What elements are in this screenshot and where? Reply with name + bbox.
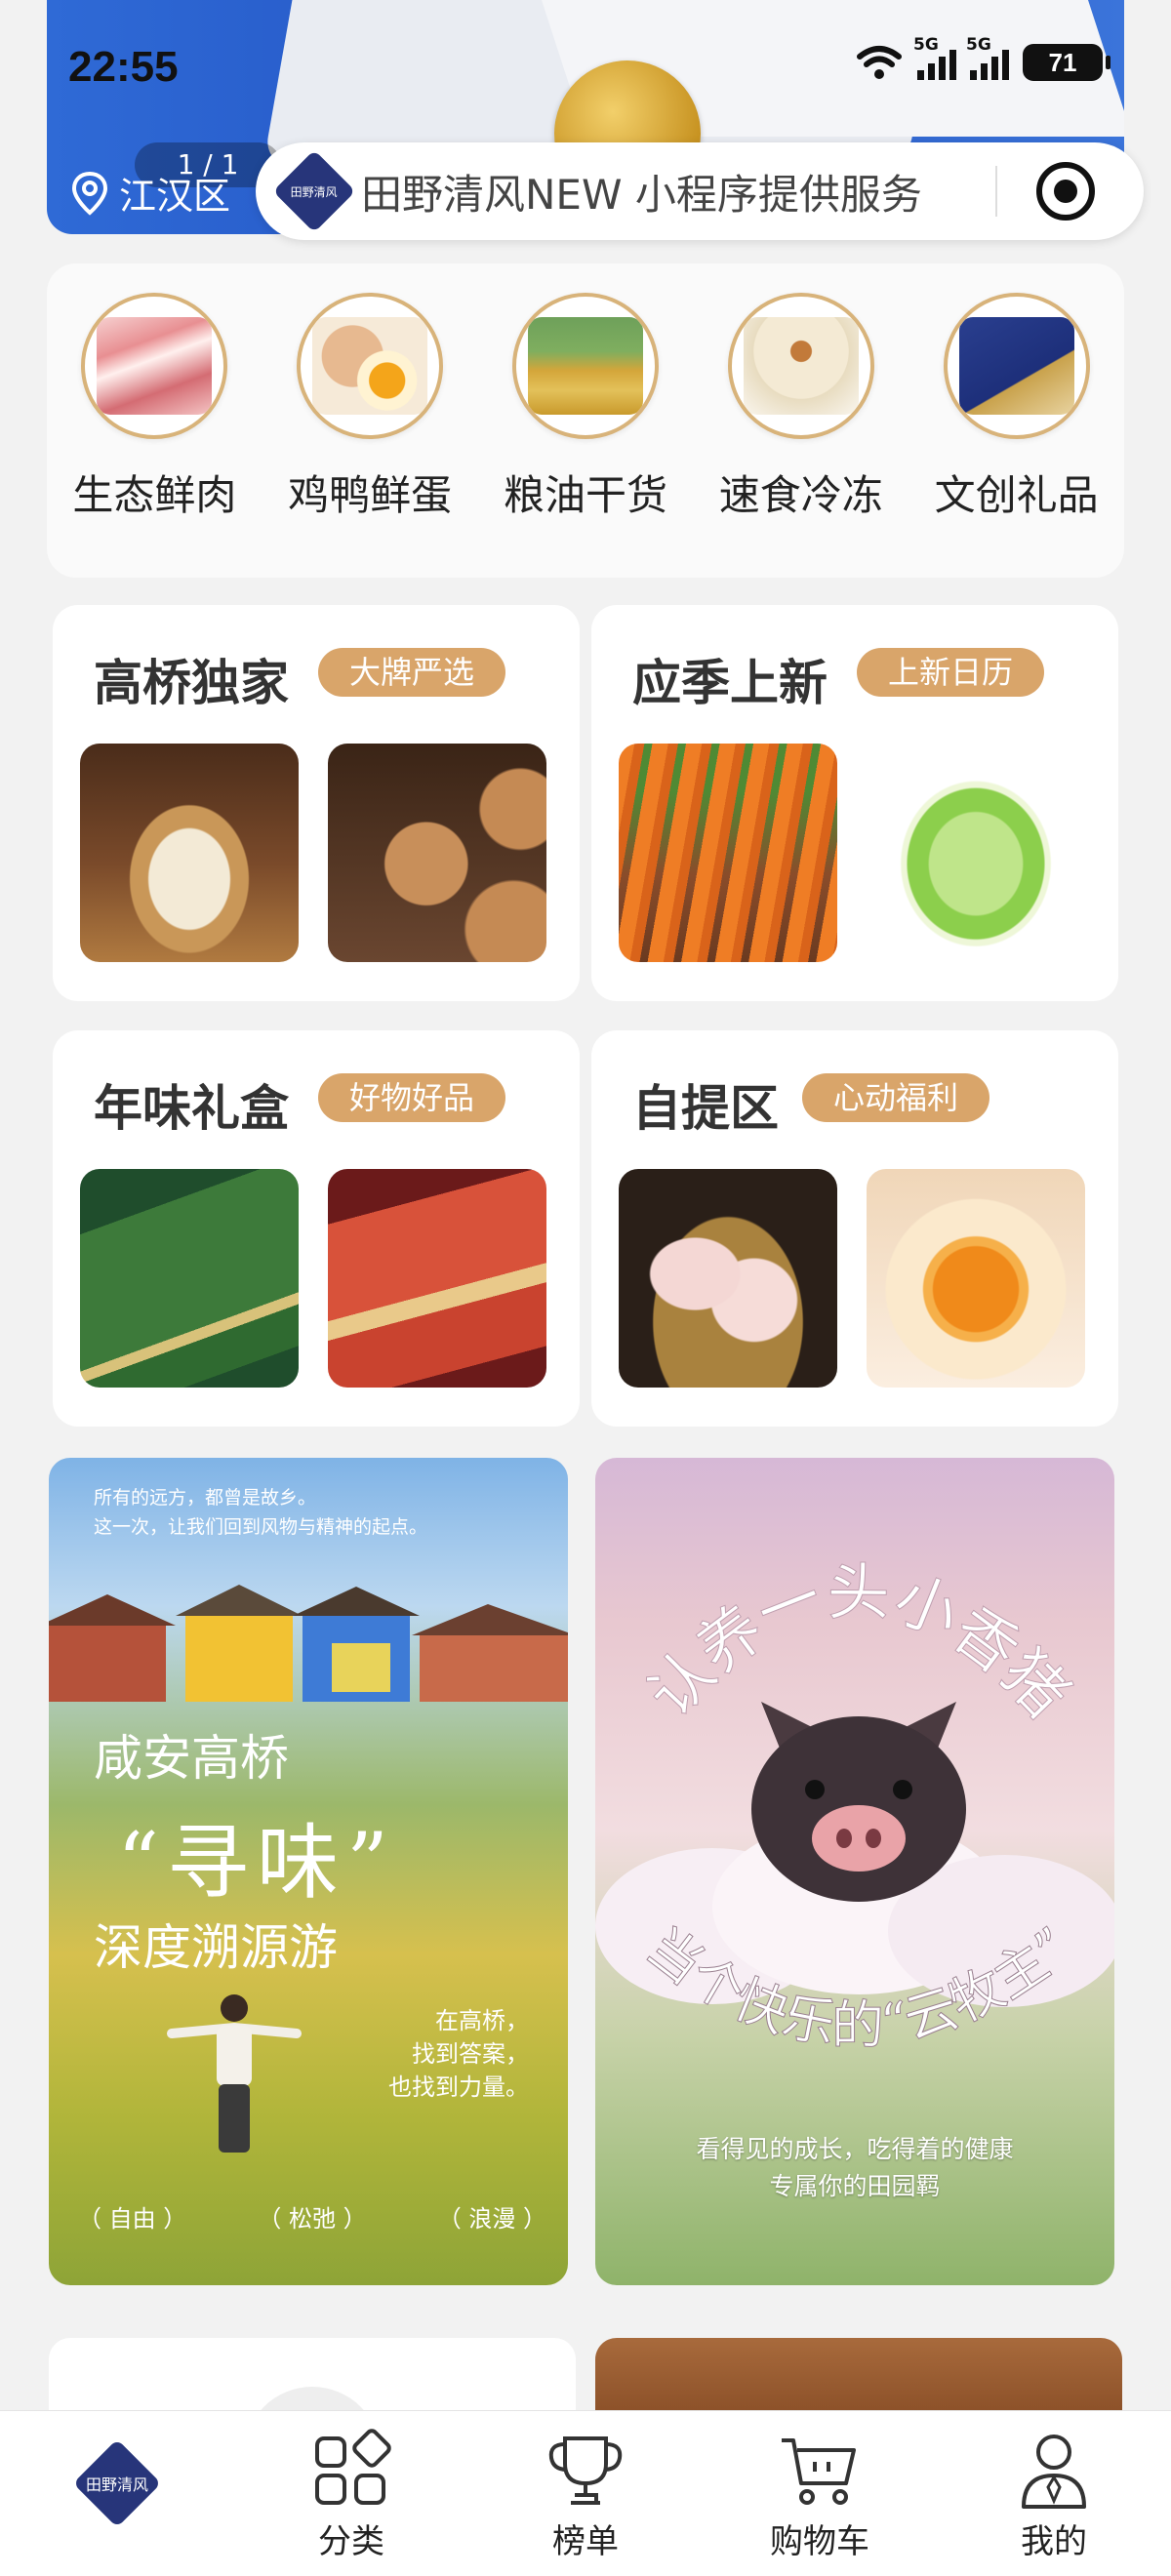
category-label: 鸡鸭鲜蛋 (288, 471, 453, 519)
village-houses-illustration (49, 1585, 568, 1702)
network-type-1: 5G (913, 35, 939, 55)
product-photo-pig-trotters[interactable] (619, 1169, 837, 1388)
card-title: 年味礼盒 (94, 1080, 289, 1137)
card-badge: 心动福利 (802, 1073, 990, 1122)
tab-label: 榜单 (552, 2522, 619, 2561)
poster-slogan: 看得见的成长，吃得着的健康 专属你的田园羁 (595, 2131, 1114, 2205)
product-photo-carrots[interactable] (619, 744, 837, 962)
card-title: 应季上新 (632, 655, 828, 711)
card-title: 自提区 (632, 1080, 779, 1137)
home-logo-text: 田野清风 (86, 2475, 149, 2494)
poster-subtext-line: 也找到力量。 (388, 2073, 529, 2101)
tab-ranking[interactable]: 榜单 (488, 2429, 683, 2562)
feature-card-new-year-gift[interactable]: 年味礼盒 好物好品 (53, 1030, 580, 1427)
tab-home[interactable]: 田野清风 (20, 2429, 215, 2528)
category-frozen-food[interactable]: 速食冷冻 (704, 293, 899, 522)
product-photo-egg-yolk[interactable] (867, 1169, 1085, 1388)
location-selector[interactable]: 江汉区 (70, 166, 230, 220)
bottom-tab-bar: 田野清风 分类 榜单 购物车 我的 (0, 2410, 1171, 2576)
poster-tags: （ 自由 ） （ 松弛 ） （ 浪漫 ） (78, 2199, 546, 2234)
poster-adopt-piglet[interactable]: 认养一头小香猪 当个快乐的“云牧主” 看得见的成长，吃得着的健康 专属你的田园羁 (595, 1458, 1114, 2285)
close-miniprogram-icon[interactable] (1036, 162, 1095, 221)
category-row: 生态鲜肉 鸡鸭鲜蛋 粮油干货 速食冷冻 文创礼品 (47, 263, 1124, 578)
category-label: 粮油干货 (503, 471, 667, 519)
pork-icon (81, 293, 228, 439)
signal-icon-1: 5G (913, 35, 956, 80)
svg-text:当个快乐的“云牧主”: 当个快乐的“云牧主” (635, 1916, 1081, 2056)
poster-tag: （ 松弛 ） (258, 2205, 367, 2233)
feature-card-seasonal-new[interactable]: 应季上新 上新日历 (591, 605, 1118, 1001)
signal-icon-2: 5G (966, 35, 1009, 80)
poster-gaoqiao-tour[interactable]: 所有的远方，都曾是故乡。 这一次，让我们回到风物与精神的起点。 咸安高桥 “寻味… (49, 1458, 568, 2285)
poster-subtext-line: 找到答案， (412, 2040, 529, 2068)
location-pin-icon (71, 171, 108, 216)
poster-intro-line: 所有的远方，都曾是故乡。 (94, 1487, 317, 1509)
product-photo-green-gift-box[interactable] (80, 1169, 299, 1388)
piglet-illustration (751, 1702, 966, 1902)
grain-oil-icon (511, 293, 659, 439)
category-icon (315, 2429, 391, 2505)
poster-title-line-1: 咸安高桥 (94, 1730, 289, 1787)
poster-title-line-2: “寻味” (117, 1815, 396, 1911)
next-card-left[interactable] (49, 2338, 576, 2416)
miniprogram-service-bar[interactable]: 田野清风 田野清风NEW 小程序提供服务 (256, 142, 1144, 240)
category-label: 文创礼品 (934, 471, 1099, 519)
profile-icon (1022, 2435, 1086, 2509)
poster-tag: （ 浪漫 ） (437, 2205, 546, 2233)
tab-label: 分类 (318, 2522, 384, 2561)
category-grain-oil[interactable]: 粮油干货 (488, 293, 683, 522)
poster-slogan-line: 看得见的成长，吃得着的健康 (696, 2135, 1014, 2163)
feature-card-self-pickup[interactable]: 自提区 心动福利 (591, 1030, 1118, 1427)
poster-subtext: 在高桥， 找到答案， 也找到力量。 (388, 2004, 529, 2104)
brand-logo-text: 田野清风 (290, 184, 339, 199)
tab-label: 购物车 (770, 2522, 869, 2561)
wifi-icon (857, 46, 902, 79)
poster-title-line-3: 深度溯源游 (94, 1919, 338, 1976)
person-in-field-illustration (167, 1994, 302, 2153)
egg-icon (297, 293, 444, 439)
category-label: 生态鲜肉 (72, 471, 237, 519)
card-badge: 上新日历 (857, 648, 1045, 697)
tab-category[interactable]: 分类 (254, 2429, 449, 2562)
poster-intro-line: 这一次，让我们回到风物与精神的起点。 (94, 1516, 428, 1538)
poster-tag: （ 自由 ） (78, 2205, 187, 2233)
product-photo-dried-food[interactable] (80, 744, 299, 962)
capsule-divider (995, 166, 997, 217)
card-badge: 好物好品 (318, 1073, 506, 1122)
category-fresh-meat[interactable]: 生态鲜肉 (57, 293, 252, 522)
trophy-icon (548, 2436, 623, 2505)
product-photo-cabbage[interactable] (867, 744, 1085, 962)
category-gifts[interactable]: 文创礼品 (919, 293, 1114, 522)
network-type-2: 5G (966, 35, 991, 55)
next-card-right[interactable] (595, 2338, 1122, 2416)
card-title: 高桥独家 (94, 655, 289, 711)
tab-profile[interactable]: 我的 (956, 2429, 1151, 2562)
category-eggs[interactable]: 鸡鸭鲜蛋 (272, 293, 467, 522)
poster-slogan-line: 专属你的田园羁 (769, 2172, 941, 2200)
tab-cart[interactable]: 购物车 (722, 2429, 917, 2562)
status-icons: 5G 5G 71 (855, 35, 1110, 82)
category-label: 速食冷冻 (718, 471, 883, 519)
battery-icon: 71 (1023, 44, 1110, 81)
poster-subtext-line: 在高桥， (435, 2007, 529, 2034)
card-badge: 大牌严选 (318, 648, 506, 697)
home-logo-icon: 田野清风 (72, 2438, 162, 2528)
tab-label: 我的 (1021, 2522, 1087, 2561)
cart-icon (782, 2438, 856, 2505)
poster-headline-2: 当个快乐的“云牧主” (635, 1916, 1082, 2057)
brand-logo-icon: 田野清风 (272, 149, 356, 233)
product-photo-meatball[interactable] (328, 744, 546, 962)
location-district: 江汉区 (119, 175, 231, 218)
dumpling-icon (727, 293, 874, 439)
feature-card-gaoqiao-exclusive[interactable]: 高桥独家 大牌严选 (53, 605, 580, 1001)
product-photo-red-gift-box[interactable] (328, 1169, 546, 1388)
poster-intro: 所有的远方，都曾是故乡。 这一次，让我们回到风物与精神的起点。 (94, 1483, 427, 1542)
gift-box-icon (943, 293, 1090, 439)
status-time: 22:55 (68, 43, 179, 91)
poster-headline-arc-2: 当个快乐的“云牧主” (635, 1916, 1082, 2057)
service-provider-text: 田野清风NEW 小程序提供服务 (361, 170, 922, 219)
